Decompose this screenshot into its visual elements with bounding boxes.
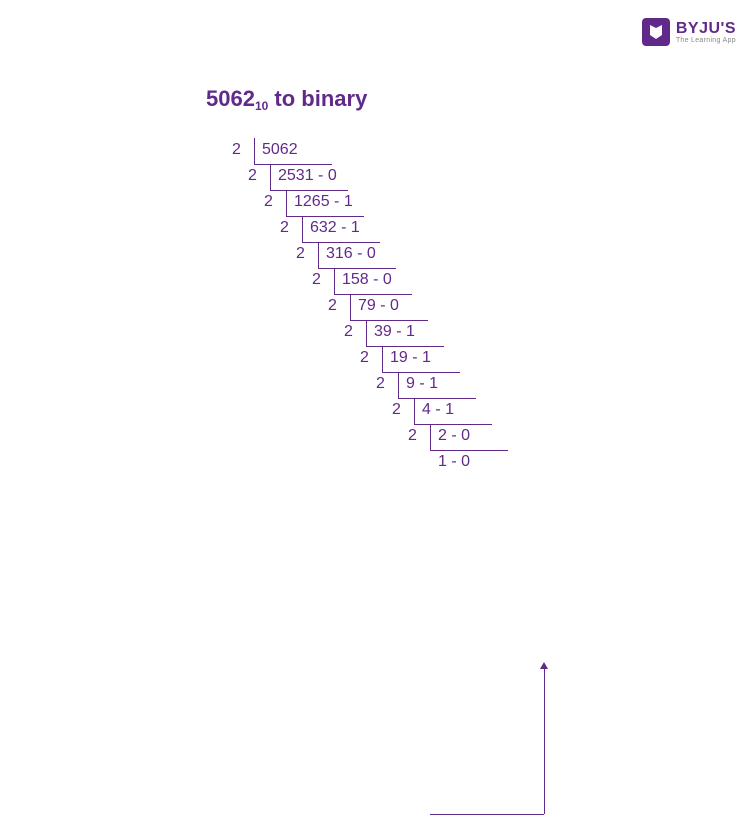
division-hline: [366, 346, 444, 347]
divisor-value: 2: [312, 271, 321, 289]
logo-brand: BYJU'S: [676, 21, 736, 37]
divisor-value: 2: [344, 323, 353, 341]
divisor-value: 2: [232, 141, 241, 159]
division-vline: [398, 372, 399, 398]
divisor-value: 2: [408, 427, 417, 445]
quotient-remainder: 9 - 1: [406, 375, 438, 393]
title-number: 5062: [206, 86, 255, 111]
quotient-remainder: 19 - 1: [390, 349, 431, 367]
divisor-value: 2: [360, 349, 369, 367]
arrow-vline: [544, 668, 545, 814]
divisor-value: 2: [328, 297, 337, 315]
title-suffix: to binary: [268, 86, 367, 111]
title-base: 10: [255, 99, 268, 113]
quotient-remainder: 2 - 0: [438, 427, 470, 445]
division-hline: [430, 450, 508, 451]
quotient-remainder: 79 - 0: [358, 297, 399, 315]
divisor-value: 2: [376, 375, 385, 393]
arrow-head-icon: [540, 662, 548, 669]
logo-tagline: The Learning App: [676, 37, 736, 44]
division-vline: [350, 294, 351, 320]
division-vline: [366, 320, 367, 346]
division-vline: [334, 268, 335, 294]
divisor-value: 2: [280, 219, 289, 237]
quotient-remainder: 158 - 0: [342, 271, 392, 289]
division-hline: [398, 398, 476, 399]
quotient-remainder: 4 - 1: [422, 401, 454, 419]
divisor-value: 2: [392, 401, 401, 419]
quotient-remainder: 2531 - 0: [278, 167, 337, 185]
quotient-remainder: 5062: [262, 141, 298, 159]
quotient-remainder: 632 - 1: [310, 219, 360, 237]
division-vline: [382, 346, 383, 372]
page-title: 506210 to binary: [206, 86, 367, 112]
division-hline: [350, 320, 428, 321]
division-hline: [254, 164, 332, 165]
division-hline: [318, 268, 396, 269]
logo-text: BYJU'S The Learning App: [676, 21, 736, 44]
division-hline: [286, 216, 364, 217]
quotient-remainder: 316 - 0: [326, 245, 376, 263]
quotient-remainder: 1265 - 1: [294, 193, 353, 211]
division-hline: [382, 372, 460, 373]
division-hline: [414, 424, 492, 425]
division-vline: [430, 424, 431, 450]
divisor-value: 2: [296, 245, 305, 263]
divisor-value: 2: [248, 167, 257, 185]
division-vline: [270, 164, 271, 190]
division-vline: [414, 398, 415, 424]
brand-logo: BYJU'S The Learning App: [642, 18, 736, 46]
division-vline: [254, 138, 255, 164]
division-vline: [286, 190, 287, 216]
division-vline: [318, 242, 319, 268]
division-hline: [334, 294, 412, 295]
division-hline: [302, 242, 380, 243]
division-hline: [270, 190, 348, 191]
logo-glyph-icon: [647, 23, 665, 41]
division-vline: [302, 216, 303, 242]
logo-badge-icon: [642, 18, 670, 46]
divisor-value: 2: [264, 193, 273, 211]
quotient-remainder: 39 - 1: [374, 323, 415, 341]
quotient-remainder: 1 - 0: [438, 453, 470, 471]
